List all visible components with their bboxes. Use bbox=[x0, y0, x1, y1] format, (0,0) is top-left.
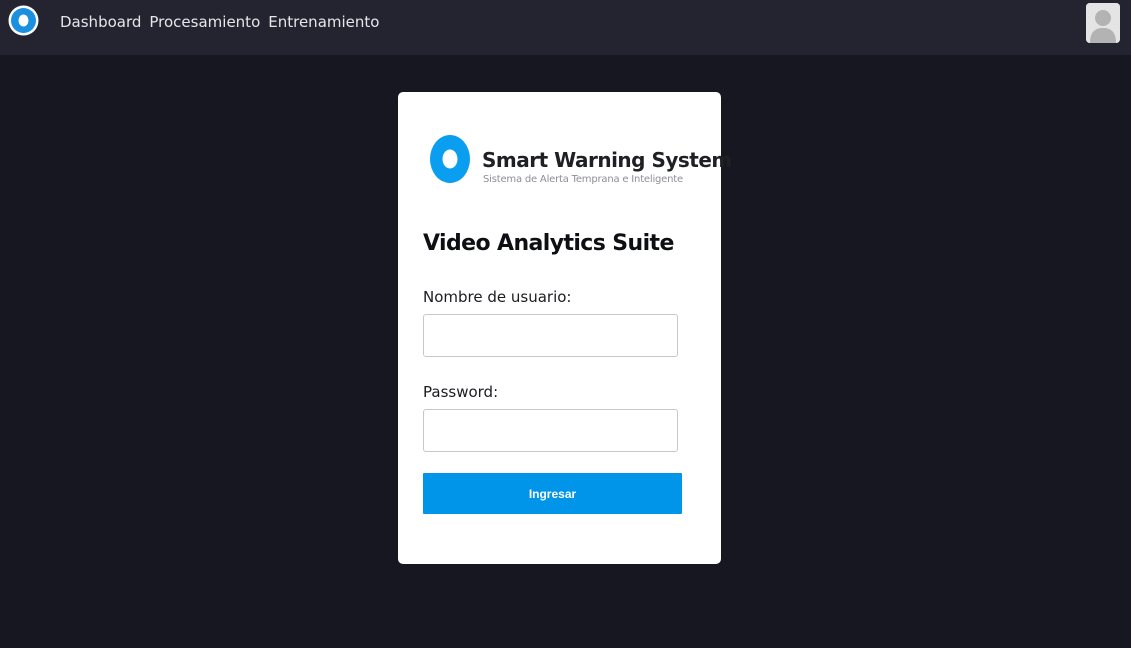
nav-menu: Dashboard Procesamiento Entrenamiento bbox=[60, 13, 379, 31]
top-navbar: Dashboard Procesamiento Entrenamiento bbox=[0, 0, 1131, 55]
user-avatar[interactable] bbox=[1086, 3, 1120, 43]
login-card: Smart Warning System Sistema de Alerta T… bbox=[398, 92, 732, 564]
username-input[interactable] bbox=[423, 314, 678, 357]
ring-logo-icon bbox=[430, 135, 470, 183]
password-input[interactable] bbox=[423, 409, 678, 452]
user-avatar-icon bbox=[1086, 3, 1120, 43]
app-logo-icon[interactable] bbox=[8, 5, 39, 36]
nav-item-procesamiento[interactable]: Procesamiento bbox=[149, 13, 260, 31]
login-title: Video Analytics Suite bbox=[423, 231, 674, 256]
nav-item-dashboard[interactable]: Dashboard bbox=[60, 13, 141, 31]
login-submit-button[interactable]: Ingresar bbox=[423, 473, 682, 514]
nav-item-entrenamiento[interactable]: Entrenamiento bbox=[268, 13, 379, 31]
brand-name: Smart Warning System bbox=[482, 148, 732, 172]
brand-logo: Smart Warning System Sistema de Alerta T… bbox=[430, 134, 732, 190]
password-label: Password: bbox=[423, 383, 499, 401]
username-label: Nombre de usuario: bbox=[423, 288, 572, 306]
brand-tagline: Sistema de Alerta Temprana e Inteligente bbox=[483, 174, 683, 185]
